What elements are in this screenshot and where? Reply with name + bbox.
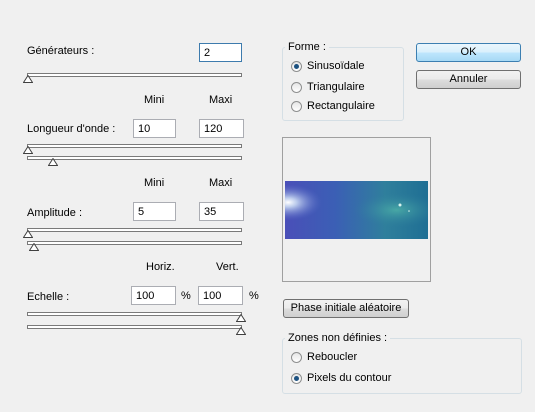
scale-horiz-unit: %: [181, 290, 191, 302]
wavelength-min-input[interactable]: [133, 119, 176, 138]
wavelength-max-header: Maxi: [209, 94, 233, 106]
scale-vert-unit: %: [249, 290, 259, 302]
form-option-triangular[interactable]: Triangulaire: [291, 81, 365, 93]
radio-unselected-icon[interactable]: [291, 81, 302, 93]
scale-horiz-slider-thumb[interactable]: [236, 314, 246, 322]
scale-label: Echelle :: [27, 291, 70, 303]
generators-slider-thumb[interactable]: [23, 75, 33, 83]
radio-unselected-icon[interactable]: [291, 351, 302, 363]
wavelength-max-slider-track[interactable]: [27, 156, 242, 160]
form-option-rectangular[interactable]: Rectangulaire: [291, 100, 375, 112]
generators-label: Générateurs :: [27, 45, 95, 57]
generators-slider-track[interactable]: [27, 73, 242, 77]
cancel-button[interactable]: Annuler: [416, 70, 521, 89]
scale-vert-input[interactable]: [198, 286, 243, 305]
undefined-zones-option-wrap[interactable]: Reboucler: [291, 351, 357, 363]
form-legend: Forme :: [285, 41, 329, 53]
wavelength-label: Longueur d'onde :: [27, 123, 116, 135]
scale-horiz-header: Horiz.: [146, 261, 175, 273]
random-phase-button[interactable]: Phase initiale aléatoire: [283, 299, 409, 318]
amplitude-max-slider-thumb[interactable]: [29, 243, 39, 251]
wavelength-min-header: Mini: [144, 94, 165, 106]
generators-input[interactable]: [199, 43, 242, 62]
scale-horiz-slider-track[interactable]: [27, 312, 242, 316]
scale-horiz-input[interactable]: [131, 286, 176, 305]
form-option-label: Triangulaire: [307, 81, 365, 93]
undefined-zones-legend: Zones non définies :: [285, 332, 391, 344]
undefined-zones-group: [282, 338, 522, 394]
wavelength-max-slider-thumb[interactable]: [48, 158, 58, 166]
scale-vert-header: Vert.: [216, 261, 239, 273]
wavelength-max-input[interactable]: [199, 119, 244, 138]
radio-unselected-icon[interactable]: [291, 100, 302, 112]
amplitude-min-header: Mini: [144, 177, 165, 189]
undefined-zones-option-edge-pixels[interactable]: Pixels du contour: [291, 372, 391, 384]
undefined-zones-option-label: Pixels du contour: [307, 372, 392, 384]
wavelength-min-slider-track[interactable]: [27, 144, 242, 148]
radio-selected-icon[interactable]: [291, 60, 302, 72]
amplitude-max-header: Maxi: [209, 177, 233, 189]
form-option-label: Rectangulaire: [307, 100, 375, 112]
amplitude-min-slider-track[interactable]: [27, 228, 242, 232]
ok-button[interactable]: OK: [416, 43, 521, 62]
amplitude-max-input[interactable]: [199, 202, 244, 221]
preview-panel: [282, 137, 431, 282]
scale-vert-slider-track[interactable]: [27, 325, 242, 329]
radio-selected-icon[interactable]: [291, 372, 302, 384]
amplitude-min-input[interactable]: [133, 202, 176, 221]
scale-vert-slider-thumb[interactable]: [236, 327, 246, 335]
undefined-zones-option-label: Reboucler: [307, 351, 358, 363]
amplitude-label: Amplitude :: [27, 207, 83, 219]
preview-image: [285, 181, 428, 239]
wavelength-min-slider-thumb[interactable]: [23, 146, 33, 154]
amplitude-max-slider-track[interactable]: [27, 241, 242, 245]
amplitude-min-slider-thumb[interactable]: [23, 230, 33, 238]
form-option-sinusoidal[interactable]: Sinusoïdale: [291, 60, 365, 72]
form-option-label: Sinusoïdale: [307, 60, 365, 72]
